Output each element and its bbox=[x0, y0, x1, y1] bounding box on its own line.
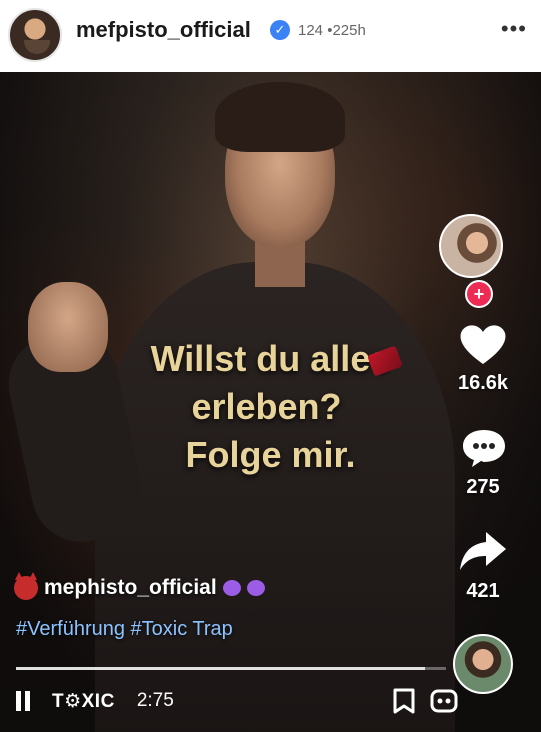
player-controls: T⚙XIC 2:75 bbox=[16, 686, 174, 716]
figure-body bbox=[95, 262, 455, 732]
heart-icon[interactable] bbox=[458, 322, 508, 366]
purple-heart-icon bbox=[246, 580, 265, 596]
figure-hair bbox=[215, 82, 345, 152]
verified-badge-icon: ✓ bbox=[270, 20, 290, 40]
header-username[interactable]: mefpisto_official bbox=[76, 17, 251, 43]
purple-heart-icon bbox=[222, 580, 241, 596]
follow-plus-icon[interactable]: + bbox=[465, 280, 493, 308]
sound-avatar[interactable] bbox=[453, 634, 513, 694]
pause-icon[interactable] bbox=[16, 691, 30, 711]
more-options-icon[interactable]: ••• bbox=[501, 16, 527, 42]
post-header: mefpisto_official ✓ 124 •225h ••• bbox=[0, 0, 541, 70]
comment-count: 275 bbox=[466, 476, 500, 498]
like-count: 16.6k bbox=[457, 372, 509, 394]
post-stats: 124 •225h bbox=[298, 22, 366, 39]
bookmark-icon[interactable] bbox=[390, 688, 418, 714]
video-progress-fill bbox=[16, 667, 425, 670]
comment-bubble-icon[interactable] bbox=[460, 427, 508, 469]
share-arrow-icon[interactable] bbox=[458, 528, 508, 572]
video-player[interactable]: Willst du alles erleben? Folge mir. + 16… bbox=[0, 72, 541, 732]
profile-avatar[interactable] bbox=[8, 8, 62, 62]
post-handle[interactable]: mephisto_official bbox=[14, 572, 265, 600]
more-options-icon[interactable] bbox=[430, 688, 458, 714]
brand-logo: T⚙XIC bbox=[52, 690, 115, 712]
hashtags[interactable]: #Verführung #Toxic Trap bbox=[16, 618, 233, 641]
post-handle-text: mephisto_official bbox=[44, 576, 217, 599]
video-progress-bar[interactable] bbox=[16, 667, 446, 670]
devil-emoji-icon bbox=[14, 572, 38, 600]
creator-avatar[interactable] bbox=[439, 214, 503, 278]
share-count: 421 bbox=[466, 580, 500, 602]
playback-time: 2:75 bbox=[136, 690, 174, 711]
